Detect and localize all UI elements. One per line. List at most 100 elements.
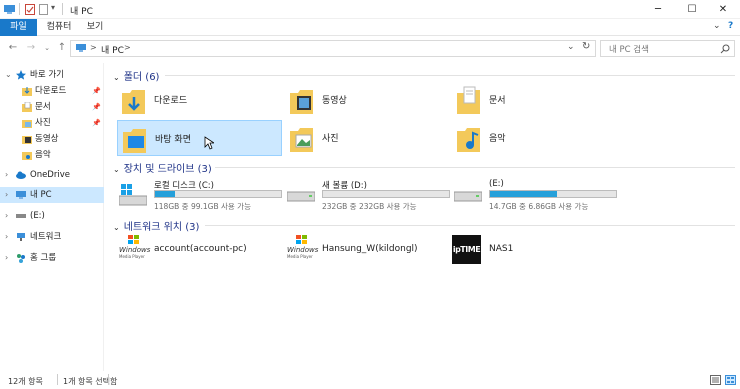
chevron-right-icon[interactable]: › bbox=[5, 250, 8, 266]
sidebar-item-homegroup[interactable]: › 홈 그룹 bbox=[0, 250, 104, 266]
navigation-bar: ← → ⌄ ↑ > 내 PC > ⌄ ↻ 내 PC 검색 bbox=[0, 37, 740, 59]
usb-drive-icon bbox=[16, 214, 26, 218]
folder-tile-downloads[interactable]: 다운로드 bbox=[117, 82, 282, 118]
address-bar[interactable]: > 내 PC > ⌄ ↻ bbox=[70, 40, 596, 57]
homegroup-icon bbox=[17, 254, 25, 263]
drive-tile-c[interactable]: 로컬 디스크 (C:) 118GB 중 99.1GB 사용 가능 bbox=[117, 176, 282, 212]
sidebar-item-drive-e[interactable]: › (E:) bbox=[0, 208, 104, 224]
separator bbox=[62, 3, 63, 15]
documents-folder-icon bbox=[22, 102, 32, 112]
chevron-down-icon[interactable]: ⌄ bbox=[113, 223, 120, 232]
network-item-nas1[interactable]: ipTIME NAS1 bbox=[452, 235, 617, 265]
drive-space-text: 232GB 중 232GB 사용 가능 bbox=[322, 202, 417, 211]
folder-tile-music[interactable]: 음악 bbox=[452, 120, 617, 156]
sidebar-item-network[interactable]: › 네트워크 bbox=[0, 229, 104, 245]
up-arrow-icon: ↑ bbox=[57, 42, 67, 53]
sidebar-item-onedrive[interactable]: › OneDrive bbox=[0, 167, 104, 183]
group-header-network[interactable]: ⌄ 네트워크 위치 (3) bbox=[113, 218, 199, 233]
chevron-down-icon[interactable]: ⌄ bbox=[113, 165, 120, 174]
large-icons-view-icon[interactable] bbox=[725, 375, 736, 385]
sidebar-item-videos[interactable]: 동영상 bbox=[0, 131, 104, 147]
search-input[interactable]: 내 PC 검색 bbox=[600, 40, 735, 57]
group-header-folders[interactable]: ⌄ 폴더 (6) bbox=[113, 68, 159, 83]
chevron-right-icon[interactable]: › bbox=[5, 167, 8, 183]
folder-tile-videos[interactable]: 동영상 bbox=[285, 82, 450, 118]
music-folder-icon bbox=[22, 152, 32, 160]
sidebar-item-pictures[interactable]: 사진 📌 bbox=[0, 115, 104, 131]
network-item-label: Hansung_W(kildongl) bbox=[322, 244, 418, 254]
expand-ribbon-chevron-icon[interactable]: ⌄ bbox=[713, 21, 721, 31]
hard-drive-icon bbox=[287, 191, 315, 202]
breadcrumb-chevron-icon[interactable]: > bbox=[90, 43, 97, 52]
window-title: 내 PC bbox=[70, 7, 93, 17]
folder-tile-pictures[interactable]: 사진 bbox=[285, 120, 450, 156]
chevron-right-icon[interactable]: › bbox=[5, 229, 8, 245]
group-header-drives[interactable]: ⌄ 장치 및 드라이브 (3) bbox=[113, 160, 212, 175]
folder-label: 다운로드 bbox=[154, 96, 188, 106]
minimize-button[interactable]: ─ bbox=[640, 0, 676, 19]
close-icon: ✕ bbox=[718, 4, 728, 15]
breadcrumb-chevron-icon[interactable]: > bbox=[124, 43, 131, 52]
drive-space-text: 118GB 중 99.1GB 사용 가능 bbox=[154, 202, 251, 211]
pin-icon[interactable]: 📌 bbox=[92, 99, 101, 115]
tab-view[interactable]: 보기 bbox=[80, 19, 110, 36]
pictures-folder-icon bbox=[22, 120, 32, 128]
drive-usage-bar bbox=[322, 190, 450, 198]
recent-locations-button[interactable]: ⌄ bbox=[40, 40, 54, 56]
maximize-button[interactable]: ☐ bbox=[674, 0, 710, 19]
refresh-icon[interactable]: ↻ bbox=[582, 41, 590, 52]
sidebar-item-label: 문서 bbox=[35, 102, 51, 112]
tab-file[interactable]: 파일 bbox=[0, 19, 37, 36]
sidebar-item-label: 바로 가기 bbox=[30, 70, 64, 80]
network-item-hansung[interactable]: Windows Media Player Hansung_W(kildongl) bbox=[285, 235, 450, 265]
back-button[interactable]: ← bbox=[6, 40, 20, 56]
chevron-right-icon[interactable]: › bbox=[5, 187, 8, 203]
maximize-icon: ☐ bbox=[687, 4, 697, 15]
navigation-pane: ⌄ 바로 가기 다운로드 📌 문서 📌 사진 📌 동영상 음악 › OneDri… bbox=[0, 63, 104, 371]
downloads-folder-icon bbox=[122, 90, 145, 114]
up-button[interactable]: ↑ bbox=[55, 40, 69, 56]
sidebar-item-downloads[interactable]: 다운로드 📌 bbox=[0, 83, 104, 99]
folder-label: 사진 bbox=[322, 134, 339, 144]
details-view-icon[interactable] bbox=[710, 375, 721, 385]
close-button[interactable]: ✕ bbox=[706, 0, 740, 19]
drive-usage-fill bbox=[155, 191, 176, 197]
sidebar-item-this-pc[interactable]: › 내 PC bbox=[0, 187, 104, 203]
breadcrumb-this-pc[interactable]: 내 PC bbox=[101, 43, 124, 56]
chevron-right-icon[interactable]: › bbox=[5, 208, 8, 224]
pin-icon[interactable]: 📌 bbox=[92, 115, 101, 131]
pin-icon[interactable]: 📌 bbox=[92, 83, 101, 99]
help-icon[interactable]: ? bbox=[728, 21, 733, 31]
pictures-folder-icon bbox=[290, 128, 313, 152]
chevron-down-icon[interactable]: ⌄ bbox=[5, 67, 12, 83]
this-pc-icon bbox=[16, 191, 26, 199]
folder-tile-documents[interactable]: 문서 bbox=[452, 82, 617, 118]
folder-tile-desktop[interactable]: 바탕 화면 bbox=[117, 120, 282, 156]
usb-drive-icon bbox=[454, 191, 482, 202]
sidebar-item-label: 동영상 bbox=[35, 134, 59, 144]
drive-tile-d[interactable]: 새 볼륨 (D:) 232GB 중 232GB 사용 가능 bbox=[285, 176, 450, 212]
star-icon bbox=[16, 70, 26, 80]
separator bbox=[57, 374, 58, 385]
sidebar-item-quick-access[interactable]: ⌄ 바로 가기 bbox=[0, 67, 104, 83]
sidebar-item-documents[interactable]: 문서 📌 bbox=[0, 99, 104, 115]
chevron-down-icon[interactable]: ⌄ bbox=[113, 73, 120, 82]
network-icon bbox=[17, 233, 25, 241]
address-dropdown-icon[interactable]: ⌄ bbox=[567, 42, 575, 52]
sidebar-item-label: 홈 그룹 bbox=[30, 253, 57, 263]
drive-usage-fill bbox=[490, 191, 557, 197]
network-item-account[interactable]: Windows Media Player account(account-pc) bbox=[117, 235, 282, 265]
icon-brand-subtext: Media Player bbox=[287, 254, 313, 259]
drive-tile-e[interactable]: (E:) 14.7GB 중 6.86GB 사용 가능 bbox=[452, 176, 617, 212]
desktop-folder-icon bbox=[123, 129, 146, 153]
this-pc-app-icon[interactable] bbox=[4, 4, 16, 15]
group-title: 장치 및 드라이브 bbox=[123, 164, 195, 175]
this-pc-icon bbox=[76, 44, 86, 52]
new-folder-icon[interactable] bbox=[39, 4, 48, 15]
properties-icon[interactable] bbox=[25, 4, 35, 15]
quick-access-toolbar-chevron-icon[interactable]: ▾ bbox=[51, 3, 55, 12]
sidebar-item-label: 음악 bbox=[35, 150, 51, 160]
tab-computer[interactable]: 컴퓨터 bbox=[42, 19, 76, 36]
sidebar-item-music[interactable]: 음악 bbox=[0, 147, 104, 163]
forward-button[interactable]: → bbox=[24, 40, 38, 56]
